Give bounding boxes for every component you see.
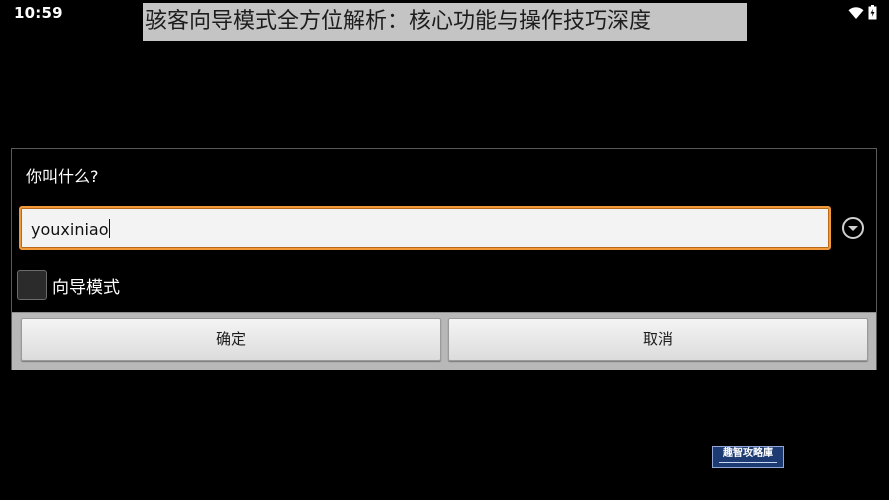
- dialog-title: 你叫什么?: [26, 167, 99, 186]
- status-time: 10:59: [14, 4, 63, 22]
- ok-button[interactable]: 确定: [21, 318, 441, 361]
- name-dialog: 你叫什么? youxiniao 向导模式 确定 取消: [11, 148, 877, 370]
- chevron-down-circle-icon[interactable]: [841, 216, 865, 240]
- cancel-button[interactable]: 取消: [448, 318, 868, 361]
- wifi-icon: [848, 6, 864, 19]
- title-overlay: 骇客向导模式全方位解析：核心功能与操作技巧深度: [143, 3, 747, 41]
- text-caret: [108, 219, 110, 238]
- dialog-button-bar: 确定 取消: [12, 312, 876, 370]
- name-input[interactable]: youxiniao: [19, 206, 831, 250]
- name-input-value: youxiniao: [31, 219, 110, 239]
- watermark-underline: [719, 462, 777, 463]
- name-input-text: youxiniao: [31, 220, 109, 239]
- wizard-mode-checkbox[interactable]: [17, 270, 47, 300]
- watermark-text: 趣智攻略庫: [723, 448, 773, 459]
- wizard-mode-label[interactable]: 向导模式: [52, 273, 120, 298]
- watermark-logo: 趣智攻略庫: [712, 446, 784, 468]
- battery-icon: [868, 5, 877, 20]
- wizard-mode-row[interactable]: 向导模式: [17, 270, 120, 300]
- status-icons: [848, 5, 877, 20]
